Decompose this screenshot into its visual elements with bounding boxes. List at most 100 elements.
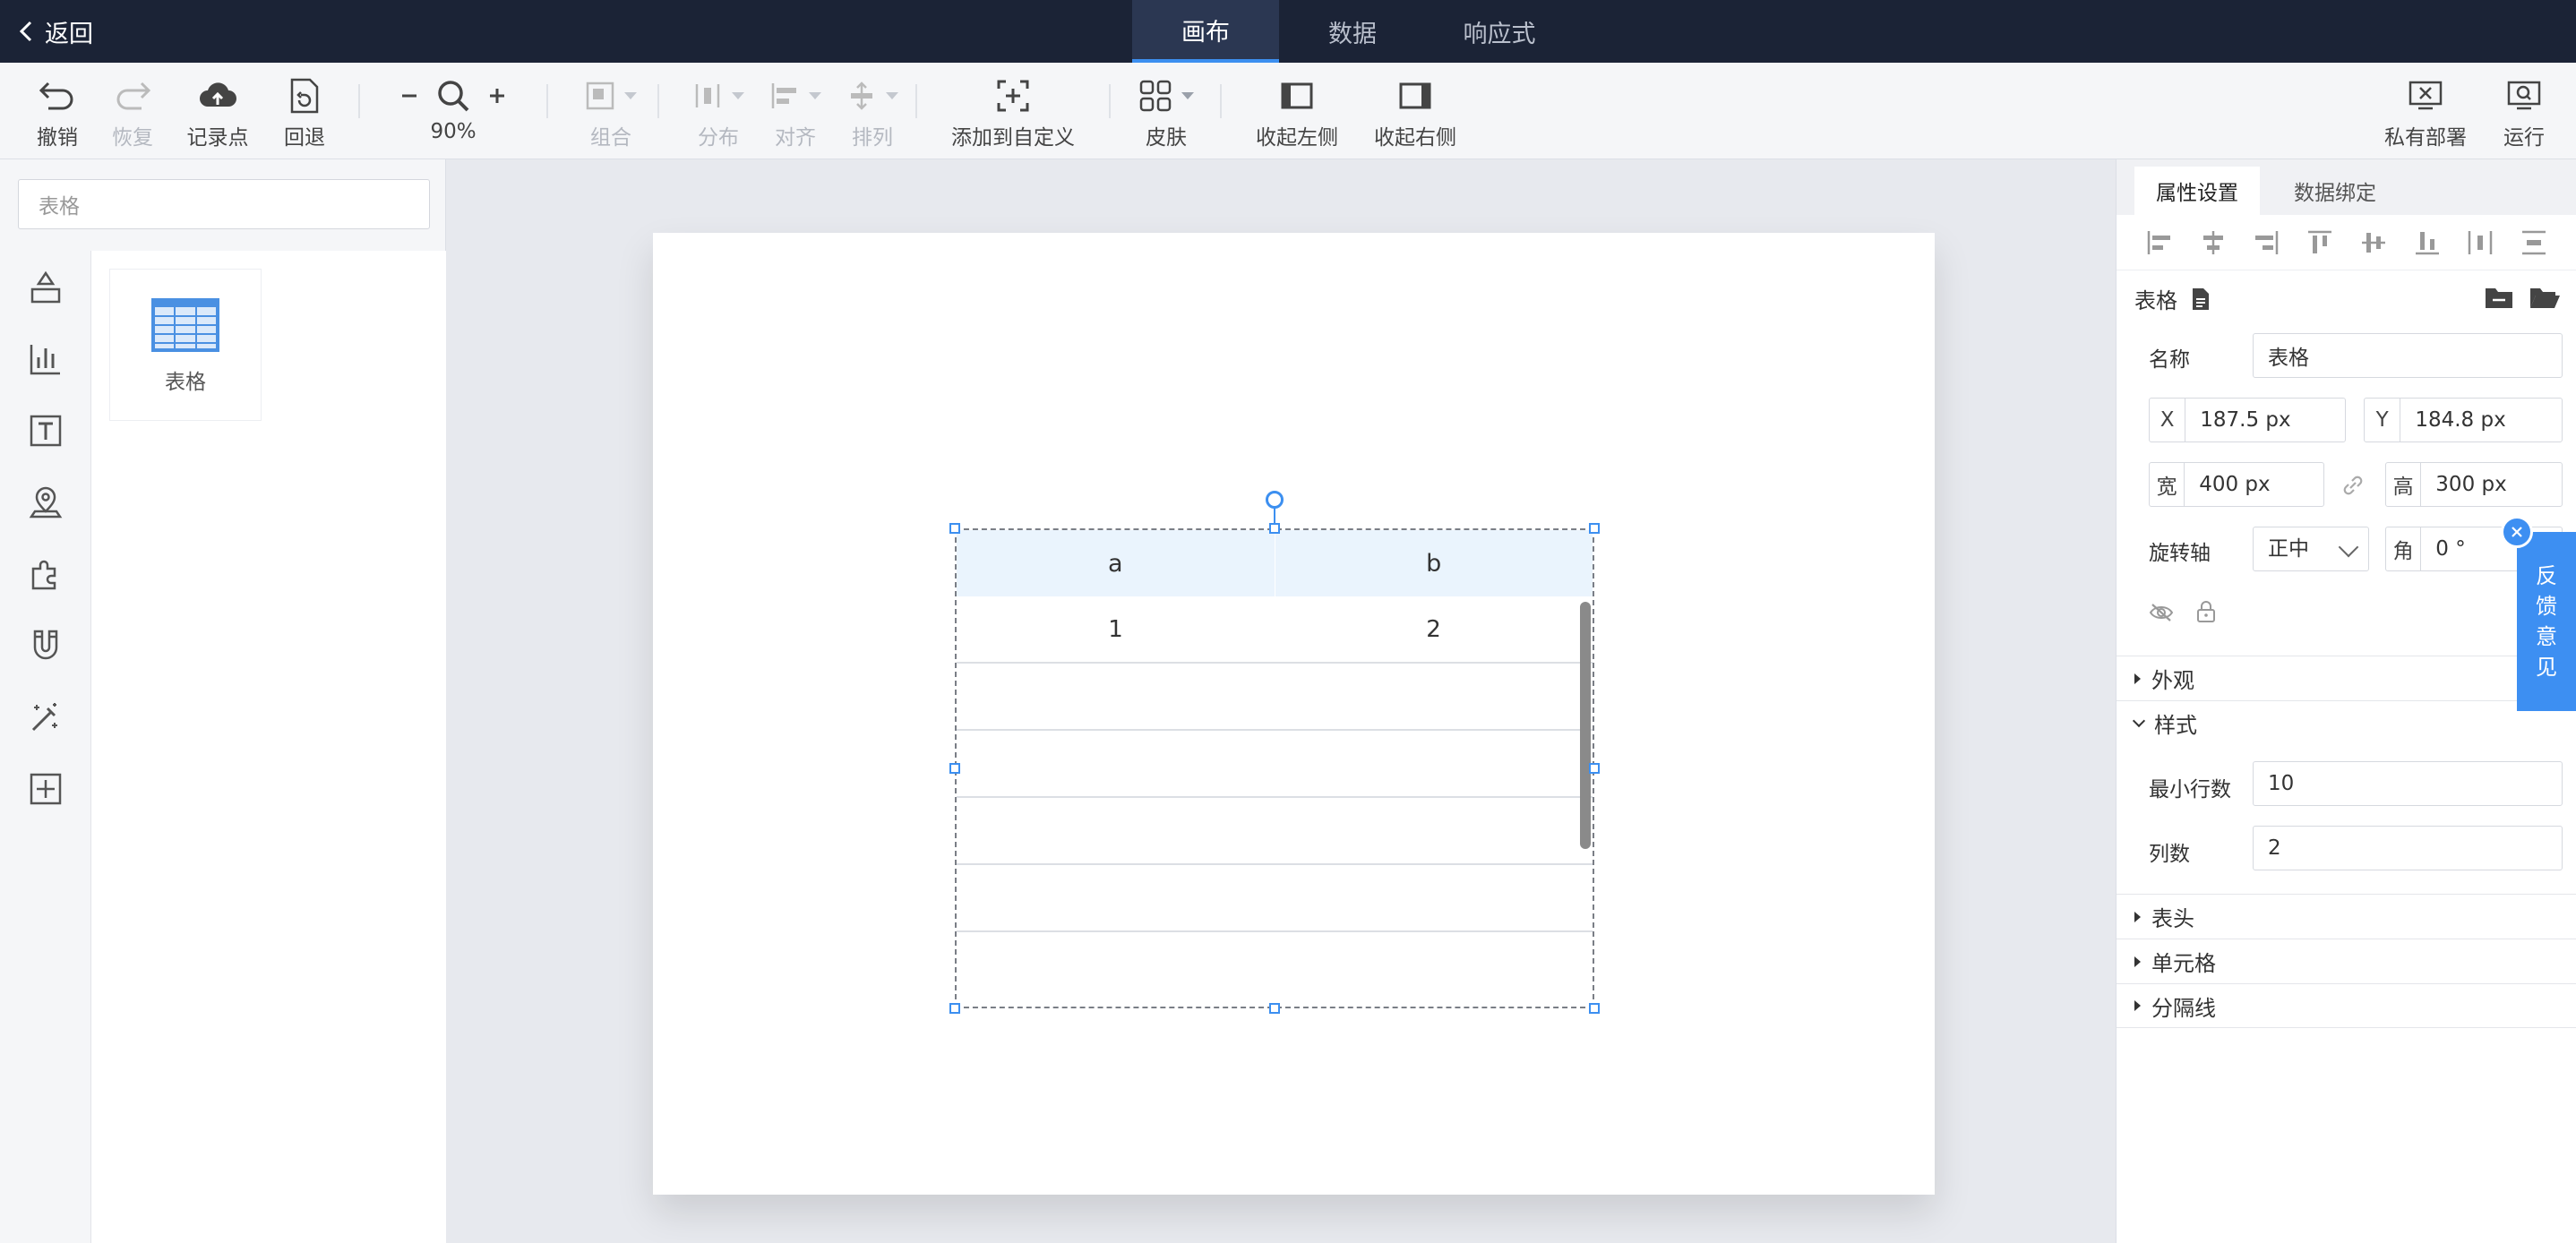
link-icon[interactable] xyxy=(2340,473,2366,498)
magnet-icon[interactable] xyxy=(25,625,66,666)
zoom-in-icon[interactable] xyxy=(487,86,507,106)
cols-field[interactable] xyxy=(2253,826,2563,870)
name-label: 名称 xyxy=(2149,348,2190,372)
arrange-label: 排列 xyxy=(852,126,893,150)
folder-collapse-icon[interactable] xyxy=(2484,285,2514,310)
min-rows-field[interactable] xyxy=(2253,761,2563,806)
group-style[interactable]: 样式 xyxy=(2117,700,2576,745)
record-point-button[interactable]: 记录点 xyxy=(183,73,253,154)
puzzle-icon[interactable] xyxy=(25,553,66,595)
group-icon xyxy=(586,81,614,110)
add-frame-icon[interactable] xyxy=(25,768,66,810)
add-to-custom-label: 添加到自定义 xyxy=(951,126,1075,150)
redo-button[interactable]: 恢复 xyxy=(107,73,158,154)
toolbar-separator xyxy=(915,84,917,118)
zoom-out-icon[interactable] xyxy=(399,86,419,106)
tab-data[interactable]: 数据 xyxy=(1279,0,1426,63)
add-to-custom-button[interactable]: 添加到自定义 xyxy=(946,73,1080,154)
table-widget[interactable]: a b 1 2 xyxy=(949,491,1600,1014)
resize-handle-ne[interactable] xyxy=(1589,523,1600,534)
component-list: 表格 xyxy=(91,251,446,1243)
feedback-char: 意 xyxy=(2536,624,2557,649)
run-button[interactable]: 运行 xyxy=(2499,73,2549,154)
width-input[interactable] xyxy=(2185,463,2323,506)
rotation-axis-select[interactable]: 正中 xyxy=(2253,527,2369,571)
rollback-doc-icon xyxy=(290,78,319,114)
feedback-button[interactable]: 反 馈 意 见 xyxy=(2517,532,2576,711)
component-table-card[interactable]: 表格 xyxy=(109,269,262,421)
map-pin-icon[interactable] xyxy=(25,482,66,523)
x-input[interactable] xyxy=(2185,399,2345,441)
height-field[interactable]: 高 xyxy=(2385,462,2563,507)
arrange-button[interactable]: 排列 xyxy=(840,73,905,154)
folder-open-icon[interactable] xyxy=(2529,285,2561,310)
distribute-button[interactable]: 分布 xyxy=(686,73,751,154)
group-cell[interactable]: 单元格 xyxy=(2117,939,2576,983)
cols-label: 列数 xyxy=(2149,843,2190,866)
toolbar-separator xyxy=(1220,84,1222,118)
shapes-icon[interactable] xyxy=(25,267,66,308)
name-field[interactable] xyxy=(2253,333,2563,378)
x-field[interactable]: X xyxy=(2149,398,2346,442)
width-field[interactable]: 宽 xyxy=(2149,462,2324,507)
y-input[interactable] xyxy=(2400,399,2562,441)
name-input[interactable] xyxy=(2254,334,2562,377)
distribute-v-icon[interactable] xyxy=(2518,227,2550,259)
private-deploy-button[interactable]: 私有部署 xyxy=(2383,73,2469,154)
group-appearance[interactable]: 外观 xyxy=(2117,656,2576,700)
align-button[interactable]: 对齐 xyxy=(763,73,828,154)
undo-label: 撤销 xyxy=(37,126,78,150)
tab-properties[interactable]: 属性设置 xyxy=(2134,167,2260,215)
y-field[interactable]: Y xyxy=(2364,398,2563,442)
lock-icon[interactable] xyxy=(2195,600,2217,623)
component-search-input[interactable] xyxy=(18,179,430,229)
feedback-char: 反 xyxy=(2536,563,2557,588)
document-icon[interactable] xyxy=(2190,287,2211,312)
resize-handle-s[interactable] xyxy=(1269,1003,1280,1014)
close-icon xyxy=(2512,527,2522,537)
bar-chart-icon[interactable] xyxy=(25,339,66,380)
rotate-handle[interactable] xyxy=(1266,491,1284,509)
align-right-icon[interactable] xyxy=(2250,227,2282,259)
feedback-close-button[interactable] xyxy=(2501,516,2533,548)
align-center-h-icon[interactable] xyxy=(2197,227,2229,259)
distribute-h-icon[interactable] xyxy=(2464,227,2496,259)
toolbar-separator xyxy=(1109,84,1111,118)
align-top-icon[interactable] xyxy=(2304,227,2336,259)
align-left-icon[interactable] xyxy=(2143,227,2176,259)
caret-right-icon xyxy=(2134,911,2141,922)
text-icon[interactable] xyxy=(25,410,66,451)
tab-canvas[interactable]: 画布 xyxy=(1132,0,1279,63)
run-label: 运行 xyxy=(2503,126,2545,150)
redo-label: 恢复 xyxy=(112,126,153,150)
align-bottom-icon[interactable] xyxy=(2411,227,2443,259)
group-button[interactable]: 组合 xyxy=(579,73,643,154)
resize-handle-sw[interactable] xyxy=(949,1003,960,1014)
min-rows-input[interactable] xyxy=(2254,762,2562,805)
resize-handle-e[interactable] xyxy=(1589,763,1600,774)
magic-wand-icon[interactable] xyxy=(25,697,66,738)
toolbar: 撤销 恢复 记录点 回退 90% 组合 分布 对齐 排列 添加到自定义 皮肤 收… xyxy=(0,63,2576,159)
align-middle-v-icon[interactable] xyxy=(2357,227,2390,259)
zoom-level: 90% xyxy=(430,120,477,143)
collapse-right-button[interactable]: 收起右侧 xyxy=(1370,73,1460,154)
tab-responsive[interactable]: 响应式 xyxy=(1426,0,1573,63)
undo-button[interactable]: 撤销 xyxy=(32,73,82,154)
group-appearance-label: 外观 xyxy=(2151,668,2194,693)
rollback-button[interactable]: 回退 xyxy=(279,73,330,154)
eye-hidden-icon[interactable] xyxy=(2149,602,2174,623)
component-title-text: 表格 xyxy=(2134,288,2177,313)
resize-handle-se[interactable] xyxy=(1589,1003,1600,1014)
group-divider[interactable]: 分隔线 xyxy=(2117,983,2576,1028)
back-button[interactable]: 返回 xyxy=(16,0,93,63)
resize-handle-nw[interactable] xyxy=(949,523,960,534)
skin-button[interactable]: 皮肤 xyxy=(1139,73,1194,154)
resize-handle-n[interactable] xyxy=(1269,523,1280,534)
cols-input[interactable] xyxy=(2254,827,2562,870)
resize-handle-w[interactable] xyxy=(949,763,960,774)
height-input[interactable] xyxy=(2421,463,2562,506)
group-header[interactable]: 表头 xyxy=(2117,894,2576,939)
tab-data-binding[interactable]: 数据绑定 xyxy=(2265,167,2405,215)
collapse-left-button[interactable]: 收起左侧 xyxy=(1252,73,1342,154)
group-header-label: 表头 xyxy=(2151,906,2194,931)
